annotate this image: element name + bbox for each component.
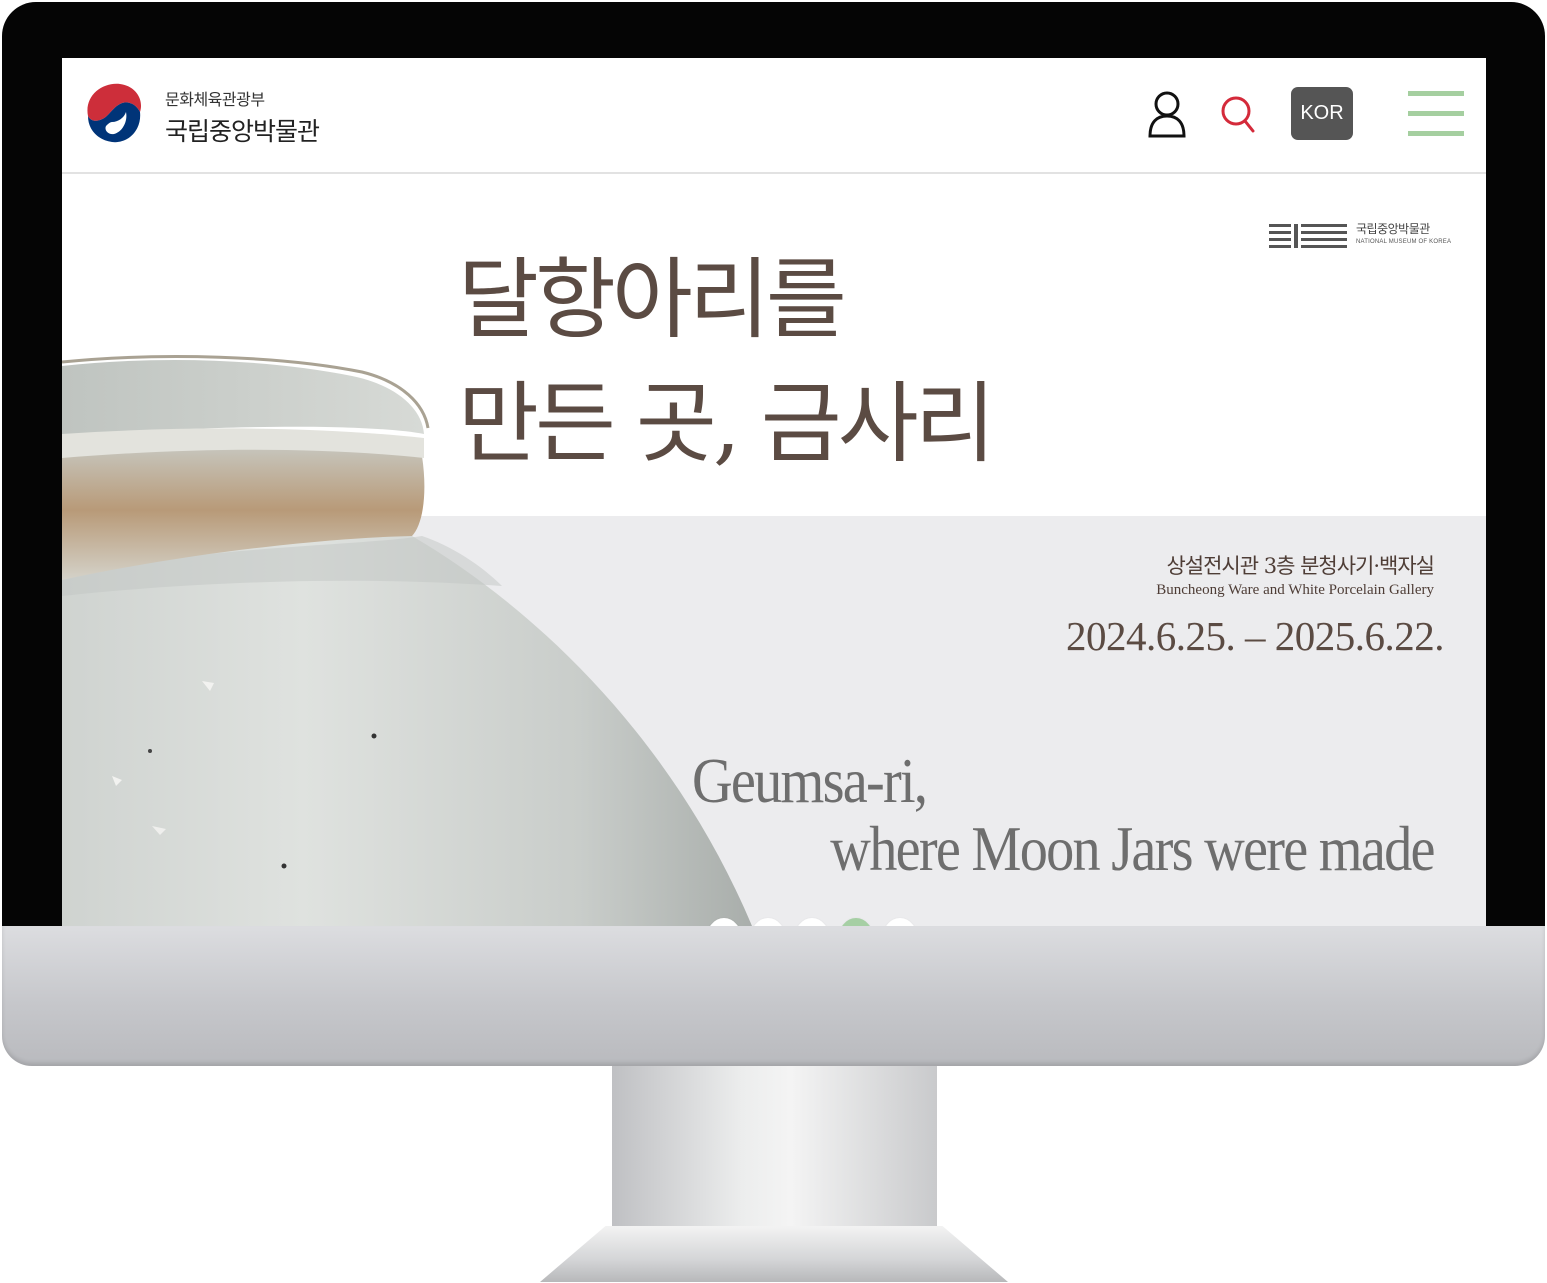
- hero-banner[interactable]: 국립중앙박물관 NATIONAL MUSEUM OF KOREA 달항아리를 만…: [62, 176, 1486, 926]
- title-line-1: 달항아리를: [458, 248, 847, 351]
- slider-dot-4[interactable]: [838, 918, 874, 926]
- exhibition-title-english-line-2: where Moon Jars were made: [830, 813, 1436, 884]
- exhibition-dates: 2024.6.25. – 2025.6.22.: [1066, 613, 1445, 659]
- monitor-stand: [612, 1066, 937, 1242]
- museum-mark-english: NATIONAL MUSEUM OF KOREA: [1356, 239, 1452, 245]
- slider-dot-2[interactable]: [750, 918, 786, 926]
- hamburger-menu-icon[interactable]: [1408, 91, 1464, 136]
- logo-ministry-text: 문화체육관광부: [165, 90, 265, 109]
- site-header: 문화체육관광부 국립중앙박물관 KOR: [62, 58, 1486, 174]
- monitor-stand-base: [540, 1226, 1008, 1282]
- slider-dot-5[interactable]: [882, 918, 918, 926]
- search-icon[interactable]: [1220, 94, 1256, 134]
- exhibition-title-korean: 달항아리를 만든 곳, 금사리: [458, 238, 1018, 486]
- language-button[interactable]: KOR: [1291, 87, 1353, 140]
- slider-dot-1[interactable]: [706, 918, 742, 926]
- taegeuk-logo-icon[interactable]: [82, 78, 150, 148]
- museum-symbol-icon: [1269, 224, 1347, 248]
- museum-mark-korean: 국립중앙박물관: [1356, 222, 1430, 236]
- title-line-2: 만든 곳, 금사리: [458, 372, 996, 475]
- gallery-name-english: Buncheong Ware and White Porcelain Galle…: [1156, 582, 1434, 598]
- user-icon[interactable]: [1147, 90, 1187, 138]
- slider-dot-3[interactable]: [794, 918, 830, 926]
- monitor-chin: [2, 926, 1545, 1066]
- website-screen: 문화체육관광부 국립중앙박물관 KOR 국립중앙박물관 NATIONAL MUS…: [62, 58, 1486, 926]
- logo-museum-text[interactable]: 국립중앙박물관: [165, 112, 320, 148]
- gallery-name-korean: 상설전시관 3층 분청사기·백자실: [1166, 554, 1435, 578]
- exhibition-title-english-line-1: Geumsa-ri,: [692, 745, 928, 816]
- slider-pagination: [706, 918, 918, 926]
